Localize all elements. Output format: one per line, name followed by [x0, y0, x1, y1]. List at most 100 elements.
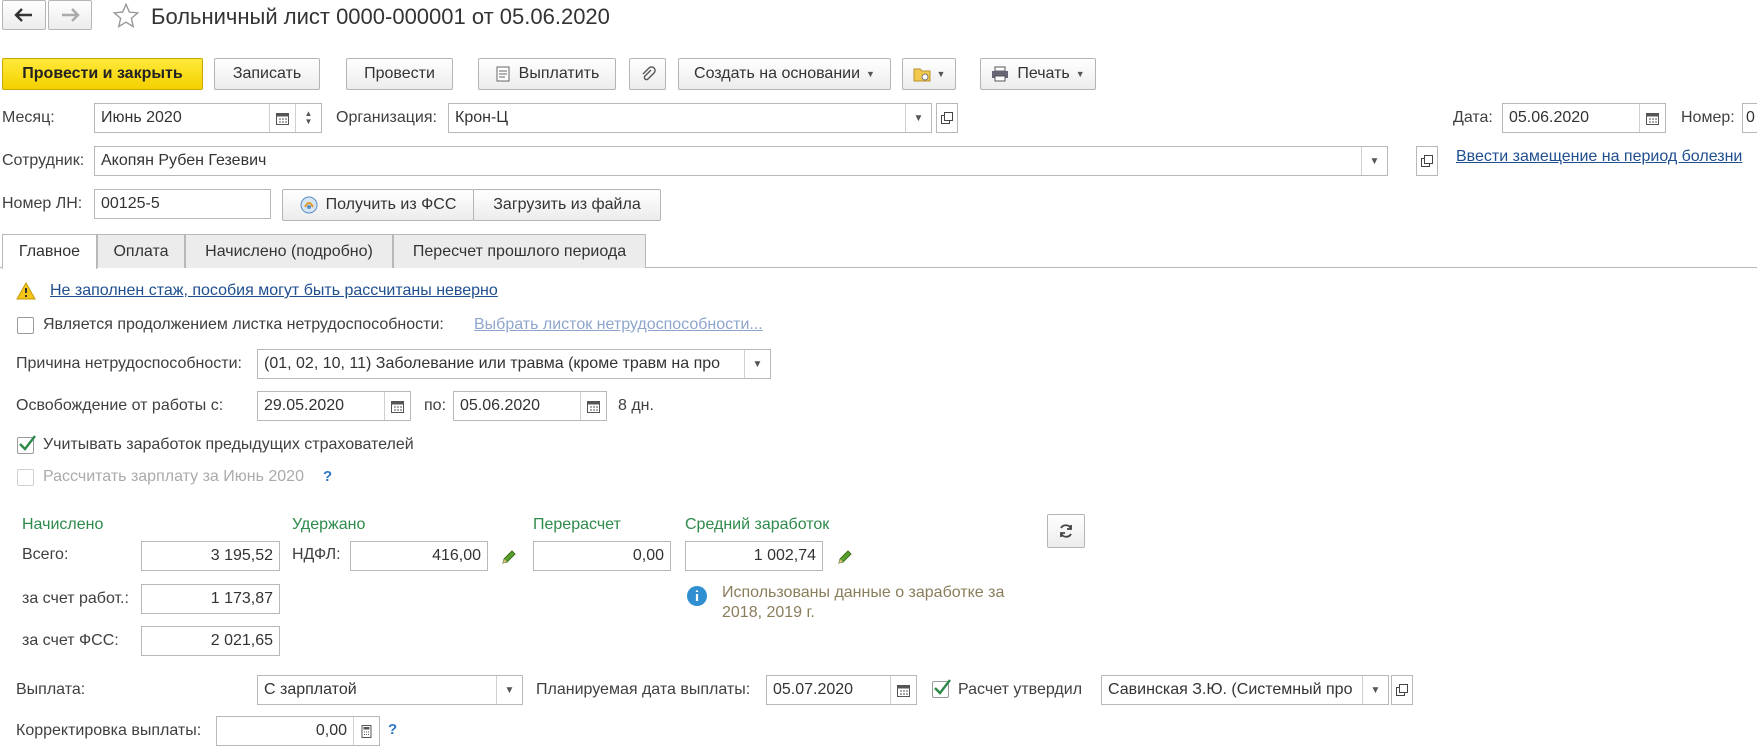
post-button[interactable]: Провести — [346, 58, 453, 90]
document-icon — [496, 66, 510, 82]
recalc-field: 0,00 — [533, 541, 671, 571]
approved-by-field[interactable]: Савинская З.Ю. (Системный про ▼ — [1101, 675, 1389, 705]
info-icon — [687, 586, 707, 606]
calc-salary-checkbox[interactable] — [17, 469, 34, 486]
days-count: 8 дн. — [618, 397, 654, 414]
load-from-file-button[interactable]: Загрузить из файла — [473, 189, 661, 221]
payment-field[interactable]: С зарплатой ▼ — [257, 675, 523, 705]
star-icon[interactable] — [112, 2, 140, 30]
pay-button-label: Выплатить — [518, 65, 600, 82]
approved-label: Расчет утвердил — [958, 681, 1083, 698]
approved-checkbox[interactable] — [932, 679, 951, 698]
prev-insurers-checkbox[interactable] — [17, 435, 36, 454]
chevron-down-icon: ▼ — [1075, 69, 1085, 79]
employer-share-value: 1 173,87 — [210, 590, 273, 607]
release-from-field[interactable]: 29.05.2020 — [257, 391, 411, 421]
date-value: 05.06.2020 — [1509, 109, 1590, 126]
approved-by-value: Савинская З.Ю. (Системный про — [1108, 681, 1353, 698]
warning-icon — [16, 282, 36, 300]
attach-button[interactable] — [629, 58, 666, 90]
reason-field[interactable]: (01, 02, 10, 11) Заболевание или травма … — [257, 349, 771, 379]
pencil-icon[interactable] — [500, 548, 518, 566]
calendar-icon[interactable] — [384, 392, 410, 420]
back-button[interactable] — [2, 0, 46, 30]
open-approved-by-button[interactable] — [1391, 675, 1413, 705]
open-window-icon — [1396, 684, 1408, 696]
calculator-icon[interactable] — [353, 717, 379, 745]
org-label: Организация: — [336, 109, 437, 126]
tab-recalc-past[interactable]: Пересчет прошлого периода — [393, 234, 646, 268]
checkmark-icon — [19, 435, 36, 451]
chevron-down-icon[interactable]: ▼ — [905, 104, 931, 132]
chevron-down-icon[interactable]: ▼ — [1361, 147, 1387, 175]
print-button[interactable]: Печать ▼ — [980, 58, 1096, 90]
release-from-value: 29.05.2020 — [264, 397, 345, 414]
paperclip-icon — [642, 66, 656, 81]
printer-icon — [992, 66, 1009, 82]
chevron-down-icon[interactable]: ▼ — [496, 676, 522, 704]
employee-field[interactable]: Акопян Рубен Гезевич ▼ — [94, 146, 1388, 176]
employee-value: Акопян Рубен Гезевич — [101, 152, 267, 169]
ln-label: Номер ЛН: — [2, 195, 83, 212]
warning-link[interactable]: Не заполнен стаж, пособия могут быть рас… — [50, 281, 498, 301]
page-title: Больничный лист 0000-000001 от 05.06.202… — [151, 4, 610, 29]
reason-value: (01, 02, 10, 11) Заболевание или травма … — [264, 355, 721, 372]
get-from-fss-button[interactable]: Получить из ФСС — [282, 189, 474, 221]
create-based-on-button[interactable]: Создать на основании ▼ — [678, 58, 891, 90]
tab-accrued-details[interactable]: Начислено (подробно) — [185, 234, 393, 268]
arrow-right-icon — [62, 8, 80, 22]
pay-button[interactable]: Выплатить — [478, 58, 616, 90]
month-field[interactable]: Июнь 2020 ▲ ▼ — [94, 103, 322, 133]
replace-period-link[interactable]: Ввести замещение на период болезни — [1456, 147, 1742, 167]
folder-icon — [913, 68, 931, 82]
continuation-label: Является продолжением листка нетрудоспос… — [43, 316, 444, 333]
release-to-field[interactable]: 05.06.2020 — [453, 391, 607, 421]
planned-date-label: Планируемая дата выплаты: — [536, 681, 751, 698]
related-docs-button[interactable]: ▼ — [902, 58, 956, 90]
calendar-icon[interactable] — [269, 104, 295, 132]
fss-share-label: за счет ФСС: — [22, 632, 119, 649]
help-icon[interactable]: ? — [323, 468, 332, 485]
refresh-button[interactable] — [1047, 514, 1085, 548]
tab-payment[interactable]: Оплата — [97, 234, 185, 268]
date-field[interactable]: 05.06.2020 — [1502, 103, 1666, 133]
ndfl-field: 416,00 — [350, 541, 488, 571]
spin-buttons[interactable]: ▲ ▼ — [295, 104, 321, 132]
open-org-button[interactable] — [936, 103, 958, 133]
open-window-icon — [941, 112, 953, 124]
save-button[interactable]: Записать — [214, 58, 320, 90]
chevron-down-icon[interactable]: ▼ — [744, 350, 770, 378]
tab-main[interactable]: Главное — [2, 234, 97, 269]
release-to-label: по: — [424, 397, 447, 414]
avg-earnings-header: Средний заработок — [685, 516, 830, 533]
help-icon[interactable]: ? — [388, 721, 397, 738]
calendar-icon[interactable] — [580, 392, 606, 420]
planned-date-field[interactable]: 05.07.2020 — [766, 675, 917, 705]
number-field[interactable]: 0 — [1742, 103, 1757, 133]
employer-share-field: 1 173,87 — [141, 584, 280, 614]
accrued-header: Начислено — [22, 516, 104, 533]
employee-label: Сотрудник: — [2, 152, 85, 169]
payment-value: С зарплатой — [264, 681, 357, 698]
number-value: 0 — [1746, 109, 1755, 126]
recalc-header: Перерасчет — [533, 516, 621, 533]
continuation-checkbox[interactable] — [17, 317, 34, 334]
open-window-icon — [1421, 155, 1433, 167]
planned-date-value: 05.07.2020 — [773, 681, 854, 698]
calendar-icon[interactable] — [890, 676, 916, 704]
chevron-down-icon[interactable]: ▼ — [1362, 676, 1388, 704]
post-and-close-button[interactable]: Провести и закрыть — [2, 58, 203, 90]
open-employee-button[interactable] — [1416, 146, 1438, 176]
calendar-icon[interactable] — [1639, 104, 1665, 132]
select-sick-leave-link[interactable]: Выбрать листок нетрудоспособности... — [474, 315, 763, 335]
avg-earnings-value: 1 002,74 — [753, 547, 816, 564]
correction-field[interactable]: 0,00 — [216, 716, 380, 746]
pencil-icon[interactable] — [836, 548, 854, 566]
avg-earnings-field: 1 002,74 — [685, 541, 823, 571]
refresh-icon — [1060, 524, 1072, 538]
ln-field[interactable]: 00125-5 — [94, 189, 271, 219]
earnings-info-text-2: 2018, 2019 г. — [722, 604, 815, 621]
number-label: Номер: — [1681, 109, 1735, 126]
forward-button[interactable] — [48, 0, 92, 30]
org-field[interactable]: Крон-Ц ▼ — [448, 103, 932, 133]
